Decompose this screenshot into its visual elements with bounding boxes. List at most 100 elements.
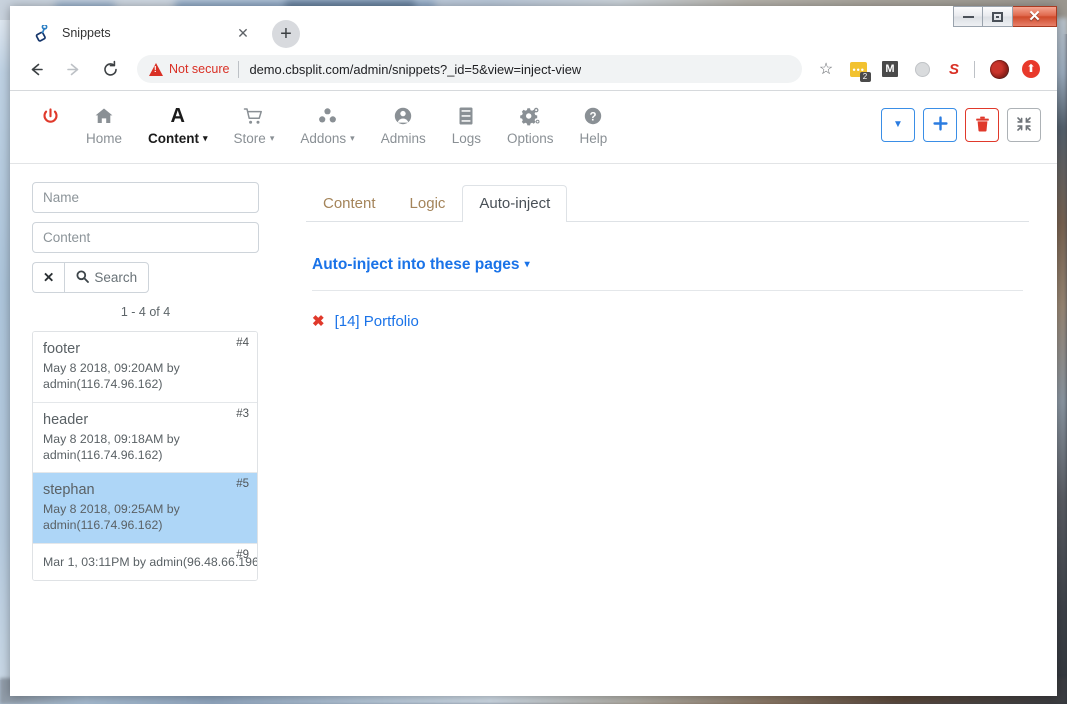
nav-item-help[interactable]: ? Help xyxy=(567,104,621,146)
puzzle-icon xyxy=(317,104,338,128)
tab-logic[interactable]: Logic xyxy=(393,185,463,223)
browser-tab-snippets[interactable]: Snippets ✕ xyxy=(24,16,262,50)
sidebar-item-power[interactable] xyxy=(28,104,73,131)
address-divider xyxy=(238,61,239,78)
update-extension-icon[interactable]: ⬆ xyxy=(1017,55,1045,83)
snippet-name: header xyxy=(43,411,247,429)
snippet-list: #4 footer May 8 2018, 09:20AM by admin(1… xyxy=(32,331,258,581)
chevron-down-icon: ▾ xyxy=(270,133,275,144)
cart-icon xyxy=(243,104,264,128)
injected-page-link[interactable]: [14] Portfolio xyxy=(335,313,419,330)
svg-text:?: ? xyxy=(590,111,597,123)
gear-icon xyxy=(519,104,541,128)
clear-search-button[interactable]: ✕ xyxy=(32,262,64,293)
tab-auto-inject[interactable]: Auto-inject xyxy=(462,185,567,223)
content-search-input[interactable] xyxy=(32,222,259,253)
search-button[interactable]: Search xyxy=(64,262,149,293)
tab-title: Snippets xyxy=(62,26,234,40)
list-item[interactable]: #3 header May 8 2018, 09:18AM by admin(1… xyxy=(33,403,257,474)
remove-page-icon[interactable]: ✖ xyxy=(312,314,325,329)
content-a-icon: A xyxy=(171,104,185,128)
snippet-id-badge: #3 xyxy=(236,408,249,420)
trash-icon xyxy=(975,116,990,135)
app-body: ✕ Search 1 - 4 of 4 #4 xyxy=(10,164,1057,695)
home-label: Home xyxy=(86,131,122,146)
not-secure-indicator[interactable]: Not secure xyxy=(149,62,238,76)
profile-avatar[interactable] xyxy=(985,55,1013,83)
logs-label: Logs xyxy=(452,131,481,146)
address-bar[interactable]: Not secure demo.cbsplit.com/admin/snippe… xyxy=(137,55,802,83)
section-divider xyxy=(312,290,1023,291)
not-secure-label: Not secure xyxy=(169,62,229,76)
home-icon xyxy=(94,104,114,128)
new-tab-button[interactable]: + xyxy=(272,20,300,48)
url-text: demo.cbsplit.com/admin/snippets?_id=5&vi… xyxy=(249,62,581,77)
options-label: Options xyxy=(507,131,554,146)
snippets-sidebar: ✕ Search 1 - 4 of 4 #4 xyxy=(32,182,278,695)
result-count: 1 - 4 of 4 xyxy=(32,305,259,319)
nav-item-admins[interactable]: Admins xyxy=(368,104,439,146)
browser-extension-icons: ☆ ••• 2 M S ⬆ xyxy=(808,55,1045,83)
circle-extension-icon[interactable] xyxy=(908,55,936,83)
browser-toolbar: Not secure demo.cbsplit.com/admin/snippe… xyxy=(10,48,1057,91)
page-content: Home A Content▾ Store▾ xyxy=(10,92,1057,696)
collapse-button[interactable] xyxy=(1007,108,1041,142)
chevron-down-icon: ▾ xyxy=(525,259,530,270)
mailtrack-extension-icon[interactable]: M xyxy=(876,55,904,83)
tab-content[interactable]: Content xyxy=(306,185,393,223)
snippets-favicon-icon xyxy=(34,25,51,42)
help-label: Help xyxy=(580,131,608,146)
notes-badge: 2 xyxy=(860,72,871,82)
search-button-label: Search xyxy=(94,270,137,285)
person-icon xyxy=(393,104,413,128)
snippet-name: footer xyxy=(43,340,247,358)
chevron-down-icon: ▾ xyxy=(203,133,208,144)
chevron-down-icon: ▾ xyxy=(350,133,355,144)
snippet-id-badge: #4 xyxy=(236,337,249,349)
snippet-meta: Mar 1, 03:11PM by admin(96.48.66.196) xyxy=(43,554,247,570)
caret-down-icon: ▼ xyxy=(893,120,903,130)
list-item[interactable]: #9 Mar 1, 03:11PM by admin(96.48.66.196) xyxy=(33,544,257,580)
collapse-icon xyxy=(1016,116,1032,135)
forward-icon[interactable] xyxy=(59,55,87,83)
browser-window: ✕ Snippets ✕ + xyxy=(10,6,1057,696)
notes-extension-icon[interactable]: ••• 2 xyxy=(844,55,872,83)
delete-button[interactable] xyxy=(965,108,999,142)
search-icon xyxy=(76,270,89,286)
nav-item-content[interactable]: A Content▾ xyxy=(135,104,221,146)
name-search-input[interactable] xyxy=(32,182,259,213)
admins-label: Admins xyxy=(381,131,426,146)
tab-close-icon[interactable]: ✕ xyxy=(234,24,252,42)
list-item-selected[interactable]: #5 stephan May 8 2018, 09:25AM by admin(… xyxy=(33,473,257,544)
list-item[interactable]: #4 footer May 8 2018, 09:20AM by admin(1… xyxy=(33,332,257,403)
clear-x-icon: ✕ xyxy=(43,270,54,286)
snippet-detail-panel: Content Logic Auto-inject Auto-inject in… xyxy=(278,182,1043,695)
nav-item-addons[interactable]: Addons▾ xyxy=(287,104,367,146)
snippet-name: stephan xyxy=(43,481,247,499)
search-button-group: ✕ Search xyxy=(32,262,278,293)
nav-item-home[interactable]: Home xyxy=(73,104,135,146)
add-button[interactable] xyxy=(923,108,957,142)
reload-icon[interactable] xyxy=(96,55,124,83)
snippet-meta: May 8 2018, 09:20AM by admin(116.74.96.1… xyxy=(43,360,247,392)
nav-item-options[interactable]: Options xyxy=(494,104,567,146)
help-question-icon: ? xyxy=(583,104,603,128)
toolbar-divider xyxy=(974,61,975,78)
power-icon xyxy=(41,104,60,128)
detail-tabs: Content Logic Auto-inject xyxy=(306,182,1029,222)
dropdown-button[interactable]: ▼ xyxy=(881,108,915,142)
nav-item-store[interactable]: Store▾ xyxy=(221,104,288,146)
app-navbar: Home A Content▾ Store▾ xyxy=(10,92,1057,164)
nav-action-buttons: ▼ xyxy=(881,108,1041,142)
auto-inject-heading-label: Auto-inject into these pages xyxy=(312,256,520,273)
seo-extension-icon[interactable]: S xyxy=(940,55,968,83)
warning-triangle-icon xyxy=(149,63,163,76)
snippet-meta: May 8 2018, 09:18AM by admin(116.74.96.1… xyxy=(43,431,247,463)
tab-strip: Snippets ✕ + xyxy=(10,6,1057,48)
bookmark-star-icon[interactable]: ☆ xyxy=(812,55,840,83)
auto-inject-heading-link[interactable]: Auto-inject into these pages ▾ xyxy=(312,256,1029,274)
nav-item-logs[interactable]: Logs xyxy=(439,104,494,146)
plus-icon xyxy=(933,116,948,134)
back-icon[interactable] xyxy=(22,55,50,83)
snippet-meta: May 8 2018, 09:25AM by admin(116.74.96.1… xyxy=(43,501,247,533)
